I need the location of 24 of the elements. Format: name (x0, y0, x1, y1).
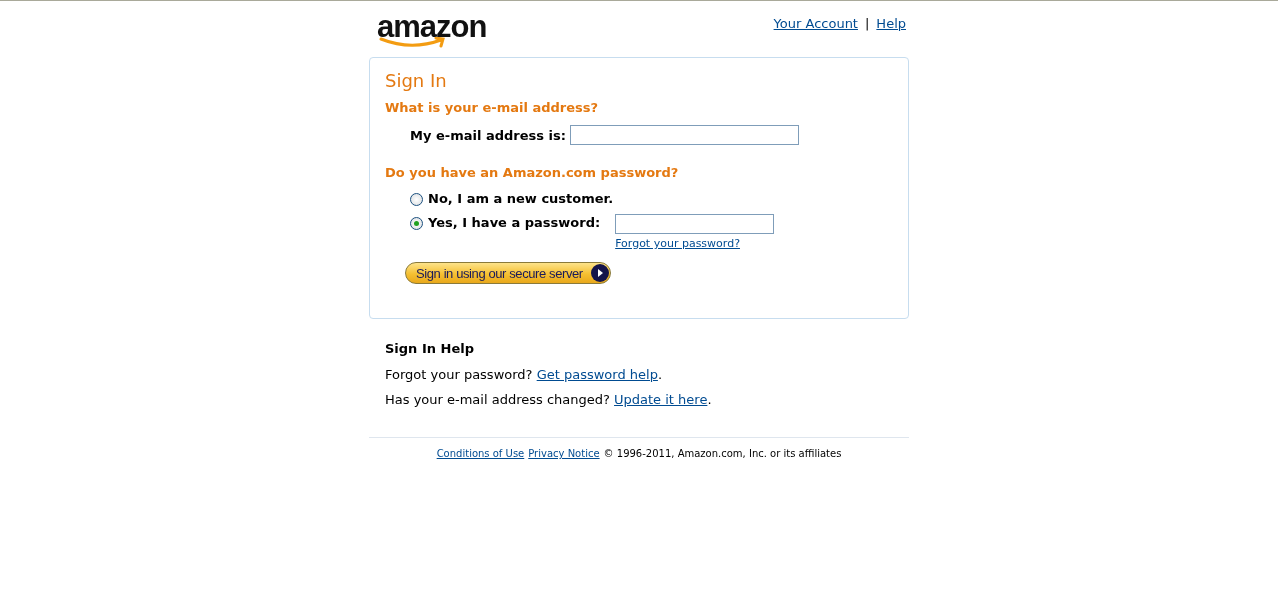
email-field[interactable] (569, 125, 799, 145)
option-label: No, I am a new customer. (428, 191, 614, 206)
your-account-link[interactable]: Your Account (773, 16, 858, 31)
radio-button[interactable] (410, 193, 423, 206)
help-link[interactable]: Help (876, 16, 906, 31)
sign-in-title: Sign In (385, 70, 448, 91)
help-title: Sign In Help (385, 341, 475, 356)
password-question: Do you have an Amazon.com password? (385, 165, 680, 180)
footer-link[interactable]: Privacy Notice (528, 448, 600, 459)
logo-text[interactable]: amazon (377, 13, 487, 41)
link-separator: | (864, 16, 870, 31)
radio-button[interactable] (410, 217, 423, 230)
help-link[interactable]: Update it here (614, 392, 708, 407)
email-question: What is your e-mail address? (385, 100, 600, 115)
sign-in-button[interactable]: Sign in using our secure server (405, 262, 611, 284)
help-text: Has your e-mail address changed? Update it here. (385, 392, 713, 407)
copyright-text: © 1996-2011, Amazon.com, Inc. or its affiliates (603, 448, 842, 459)
footer-link[interactable]: Conditions of Use (436, 448, 525, 459)
password-field[interactable] (615, 214, 775, 234)
email-label: My e-mail address is: (410, 127, 566, 143)
forgot-password-link[interactable]: Forgot your password? (615, 237, 775, 250)
option-label: Yes, I have a password: (428, 215, 601, 230)
help-link[interactable]: Get password help (536, 367, 658, 382)
help-text: Forgot your password? Get password help. (385, 367, 664, 382)
